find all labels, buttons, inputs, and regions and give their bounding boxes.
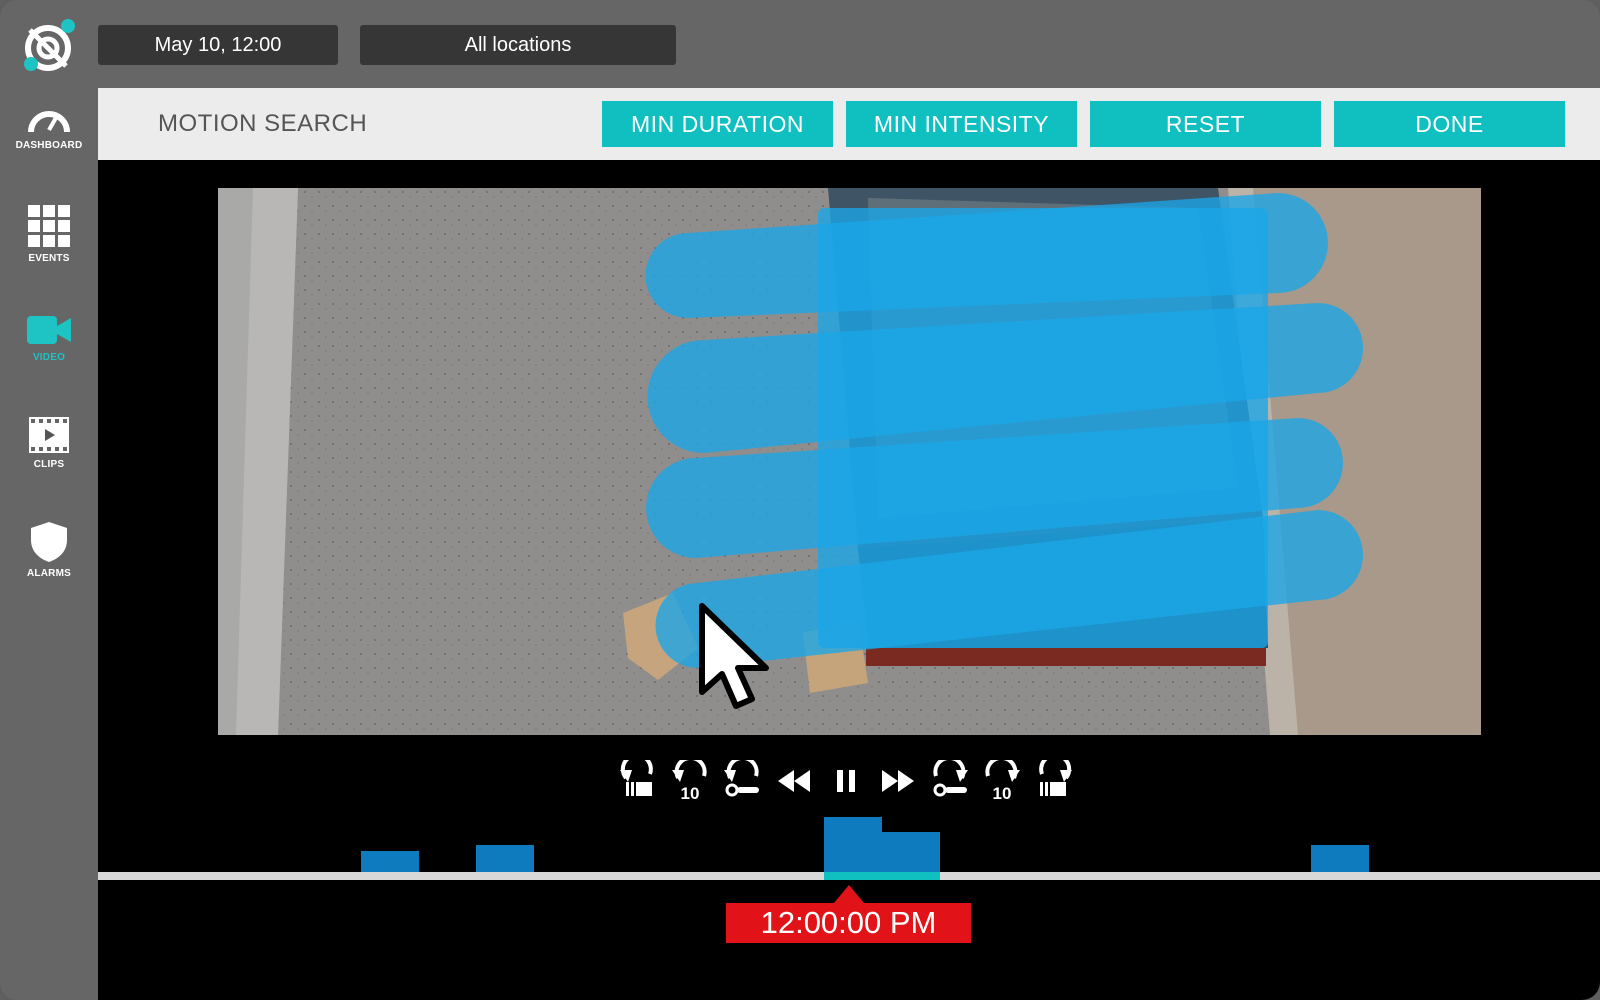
done-button[interactable]: DONE xyxy=(1334,101,1565,147)
sidebar-item-dashboard[interactable]: DASHBOARD xyxy=(0,106,98,151)
motion-overlay xyxy=(645,193,1363,668)
motion-search-header: MOTION SEARCH MIN DURATION MIN INTENSITY… xyxy=(98,88,1600,160)
app-window: DASHBOARD EVENTS VIDEO CLIPS ALARMS May … xyxy=(0,0,1600,1000)
mouse-cursor-icon xyxy=(699,603,769,709)
shield-icon xyxy=(31,522,67,562)
min-duration-button[interactable]: MIN DURATION xyxy=(602,101,833,147)
location-selector[interactable]: All locations xyxy=(360,25,676,65)
motion-event-segment[interactable] xyxy=(824,817,882,872)
sidebar-item-events[interactable]: EVENTS xyxy=(0,205,98,264)
date-selector[interactable]: May 10, 12:00 xyxy=(98,25,338,65)
next-motion-icon[interactable] xyxy=(930,760,970,802)
page-title: MOTION SEARCH xyxy=(158,110,368,137)
rewind-icon[interactable] xyxy=(774,760,814,802)
min-intensity-button[interactable]: MIN INTENSITY xyxy=(846,101,1077,147)
playback-controls: 10 10 xyxy=(618,760,1072,802)
reset-button[interactable]: RESET xyxy=(1090,101,1321,147)
clip-play-icon xyxy=(29,417,69,453)
previous-event-icon[interactable] xyxy=(618,760,658,802)
svg-text:10: 10 xyxy=(681,784,700,802)
grid-icon xyxy=(28,205,70,247)
video-feed[interactable] xyxy=(218,188,1481,735)
sidebar-item-alarms[interactable]: ALARMS xyxy=(0,522,98,579)
sidebar-item-label: DASHBOARD xyxy=(15,140,83,151)
app-logo-icon xyxy=(24,19,75,71)
timeline-selection xyxy=(824,872,940,880)
previous-motion-icon[interactable] xyxy=(722,760,762,802)
motion-event-segment[interactable] xyxy=(361,851,419,872)
rewind-10-icon[interactable]: 10 xyxy=(670,760,710,802)
sidebar-item-label: EVENTS xyxy=(28,253,70,264)
sidebar-item-video[interactable]: VIDEO xyxy=(0,314,98,363)
sidebar-item-label: ALARMS xyxy=(27,568,71,579)
sidebar-item-label: CLIPS xyxy=(33,459,65,470)
svg-text:10: 10 xyxy=(993,784,1012,802)
motion-event-segment[interactable] xyxy=(882,832,940,872)
time-marker-pointer-icon xyxy=(834,885,864,903)
pause-icon[interactable] xyxy=(826,760,866,802)
sidebar-item-label: VIDEO xyxy=(32,352,66,363)
forward-10-icon[interactable]: 10 xyxy=(982,760,1022,802)
next-event-icon[interactable] xyxy=(1034,760,1074,802)
motion-event-segment[interactable] xyxy=(476,845,534,872)
sidebar-item-clips[interactable]: CLIPS xyxy=(0,417,98,470)
fast-forward-icon[interactable] xyxy=(878,760,918,802)
video-camera-icon xyxy=(27,316,71,344)
motion-event-segment[interactable] xyxy=(1311,845,1369,872)
current-time-label[interactable]: 12:00:00 PM xyxy=(726,903,971,943)
sidebar: DASHBOARD EVENTS VIDEO CLIPS ALARMS xyxy=(0,0,98,1000)
gauge-icon xyxy=(28,111,70,133)
camera-image xyxy=(218,188,1481,735)
